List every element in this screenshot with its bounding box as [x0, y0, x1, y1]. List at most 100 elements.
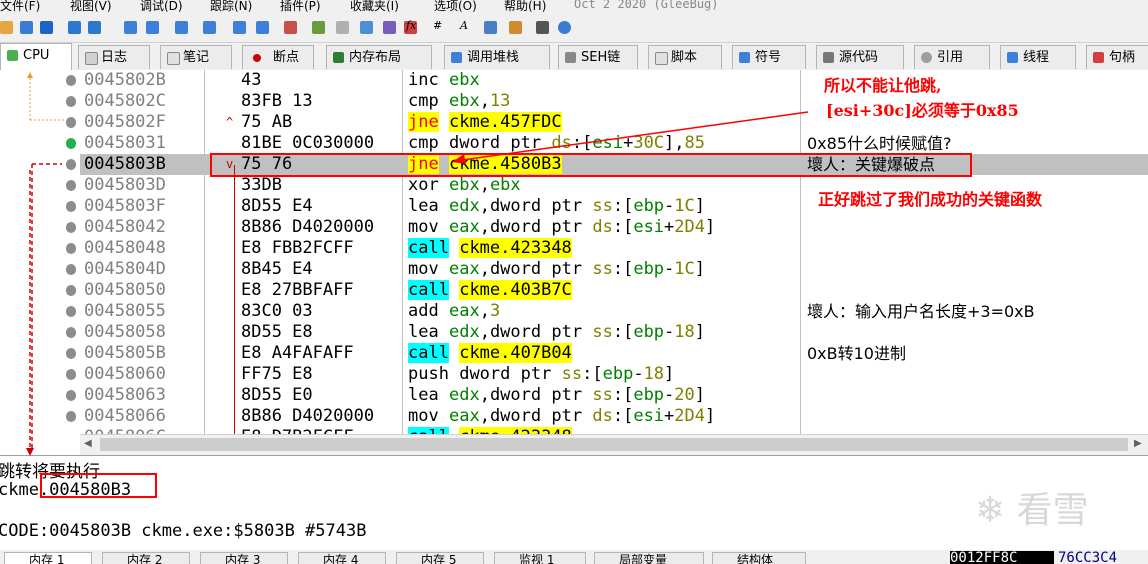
tab-memory-4[interactable]: 内存 4	[298, 552, 386, 564]
instruction-cell: cmp ebx,13	[408, 91, 511, 111]
font-icon[interactable]: A	[460, 19, 468, 32]
fx-icon[interactable]: fx	[406, 19, 416, 32]
scylla-icon[interactable]	[284, 21, 297, 34]
patch-icon[interactable]	[312, 21, 325, 34]
calculator-icon[interactable]	[536, 21, 549, 34]
tab-struct[interactable]: 结构体	[712, 552, 806, 564]
breakpoint-slot[interactable]	[66, 264, 76, 275]
bookmarks-icon[interactable]	[383, 21, 396, 34]
breakpoint-slot[interactable]	[66, 96, 76, 107]
breakpoint-slot[interactable]	[66, 411, 76, 422]
breakpoint-slot[interactable]	[66, 159, 76, 170]
tab-references[interactable]: 引用	[914, 45, 990, 69]
settings-icon[interactable]	[509, 21, 522, 34]
disasm-row[interactable]: 0045802B 43 inc ebx	[80, 70, 1148, 91]
labels-icon[interactable]	[360, 21, 373, 34]
horizontal-scrollbar[interactable]: ◀ ▶	[80, 434, 1148, 455]
tab-notes[interactable]: 笔记	[160, 45, 232, 69]
menu-view[interactable]: 视图(V)	[70, 0, 112, 12]
disasm-row[interactable]: 0045805B E8 A4FAFAFF call ckme.407B04 0xB转1…	[80, 343, 1148, 364]
tab-handles[interactable]: 句柄	[1086, 45, 1148, 69]
scroll-right-icon[interactable]: ▶	[1134, 438, 1142, 449]
breakpoint-slot[interactable]	[66, 75, 76, 86]
stop-icon[interactable]	[40, 21, 53, 34]
strings-icon[interactable]	[484, 21, 497, 34]
disasm-row[interactable]: 00458042 8B86 D4020000 mov eax,dword ptr d…	[80, 217, 1148, 238]
tab-source[interactable]: 源代码	[816, 45, 904, 69]
trace-into-icon[interactable]	[175, 21, 188, 34]
comment-cell: 0xB转10进制	[807, 344, 906, 363]
disassembly-view[interactable]: 0045802B 43 inc ebx 0045802C 83FB 13 cmp ebx,…	[80, 70, 1148, 434]
tab-memory-1[interactable]: 内存 1	[4, 552, 92, 564]
breakpoint-slot[interactable]	[66, 306, 76, 317]
tab-memory-3[interactable]: 内存 3	[200, 552, 288, 564]
script-icon	[655, 52, 668, 65]
stack-address[interactable]: 0012FF8C	[950, 551, 1054, 564]
step-into-icon[interactable]	[124, 21, 137, 34]
menu-options[interactable]: 选项(O)	[434, 0, 477, 12]
disasm-row[interactable]: 00458060 FF75 E8 push dword ptr ss:[ebp-18…	[80, 364, 1148, 385]
breakpoint-slot[interactable]	[66, 390, 76, 401]
comments-icon[interactable]	[336, 21, 349, 34]
disasm-row[interactable]: 00458066 8B86 D4020000 mov eax,dword ptr d…	[80, 406, 1148, 427]
pause-icon[interactable]	[88, 21, 101, 34]
breakpoint-slot[interactable]	[66, 327, 76, 338]
menu-favourites[interactable]: 收藏夹(I)	[350, 0, 399, 12]
disasm-row[interactable]: 00458055 83C0 03 add eax,3 壞人：输入用户名长度+3=0xB	[80, 301, 1148, 322]
tab-symbols[interactable]: 符号	[732, 45, 806, 69]
tab-memory-map[interactable]: 内存布局	[326, 45, 432, 69]
tab-log[interactable]: 日志	[78, 45, 150, 69]
trace-over-icon[interactable]	[203, 21, 216, 34]
restart-icon[interactable]	[20, 21, 33, 34]
scroll-left-icon[interactable]: ◀	[84, 438, 92, 449]
tab-script[interactable]: 脚本	[648, 45, 722, 69]
run-icon[interactable]	[68, 21, 81, 34]
open-icon[interactable]	[0, 21, 13, 34]
menu-help[interactable]: 帮助(H)	[504, 0, 546, 12]
breakpoint-slot[interactable]	[66, 222, 76, 233]
disasm-row[interactable]: 00458063 8D55 E0 lea edx,dword ptr ss:[ebp…	[80, 385, 1148, 406]
address-cell: 0045804D	[84, 259, 166, 279]
call-stack-icon	[451, 52, 462, 63]
execute-till-return-icon[interactable]	[233, 21, 246, 34]
breakpoint-slot[interactable]	[66, 180, 76, 191]
tab-locals[interactable]: 局部变量	[594, 552, 704, 564]
run-to-user-code-icon[interactable]	[256, 21, 269, 34]
menu-bar: 文件(F) 视图(V) 调试(D) 跟踪(N) 插件(P) 收藏夹(I) 选项(…	[0, 0, 1148, 12]
step-over-icon[interactable]	[146, 21, 159, 34]
menu-trace[interactable]: 跟踪(N)	[210, 0, 252, 12]
disasm-row[interactable]: 00458048 E8 FBB2FCFF call ckme.423348	[80, 238, 1148, 259]
hash-icon[interactable]: #	[433, 19, 442, 32]
instruction-cell: mov eax,dword ptr ss:[ebp-1C]	[408, 259, 706, 279]
bytes-cell: E8 A4FAFAFF	[241, 343, 354, 363]
breakpoint-slot[interactable]	[66, 369, 76, 380]
stack-value[interactable]: 76CC3C4	[1058, 551, 1117, 564]
disasm-row[interactable]: 00458031 81BE 0C030000 cmp dword ptr ds:[e…	[80, 133, 1148, 154]
breakpoint-active[interactable]	[66, 138, 76, 149]
disasm-row[interactable]: 00458050 E8 27BBFAFF call ckme.403B7C	[80, 280, 1148, 301]
tab-breakpoints[interactable]: 断点	[242, 45, 314, 69]
address-cell: 00458058	[84, 322, 166, 342]
disasm-row[interactable]: 0045804D 8B45 E4 mov eax,dword ptr ss:[ebp…	[80, 259, 1148, 280]
scroll-thumb[interactable]	[100, 438, 1128, 451]
tab-threads[interactable]: 线程	[1000, 45, 1076, 69]
tab-seh[interactable]: SEH链	[558, 45, 638, 69]
menu-debug[interactable]: 调试(D)	[140, 0, 183, 12]
disasm-row[interactable]: 0045806C E8 D7B2FCFF call ckme.423348	[80, 427, 1148, 434]
help-icon[interactable]	[558, 21, 571, 34]
tab-memory-5[interactable]: 内存 5	[396, 552, 484, 564]
jump-gutter[interactable]	[0, 70, 80, 455]
disasm-row[interactable]: 00458058 8D55 E8 lea edx,dword ptr ss:[ebp…	[80, 322, 1148, 343]
breakpoint-slot[interactable]	[66, 117, 76, 128]
menu-plugins[interactable]: 插件(P)	[280, 0, 321, 12]
tab-call-stack[interactable]: 调用堆栈	[444, 45, 550, 69]
breakpoint-slot[interactable]	[66, 285, 76, 296]
tab-cpu[interactable]: CPU	[0, 43, 72, 70]
tab-watch-1[interactable]: 监视 1	[494, 552, 586, 564]
menu-file[interactable]: 文件(F)	[0, 0, 40, 12]
breakpoint-slot[interactable]	[66, 348, 76, 359]
bytes-cell: 83C0 03	[241, 301, 313, 321]
tab-memory-2[interactable]: 内存 2	[102, 552, 190, 564]
breakpoint-slot[interactable]	[66, 201, 76, 212]
breakpoint-slot[interactable]	[66, 243, 76, 254]
